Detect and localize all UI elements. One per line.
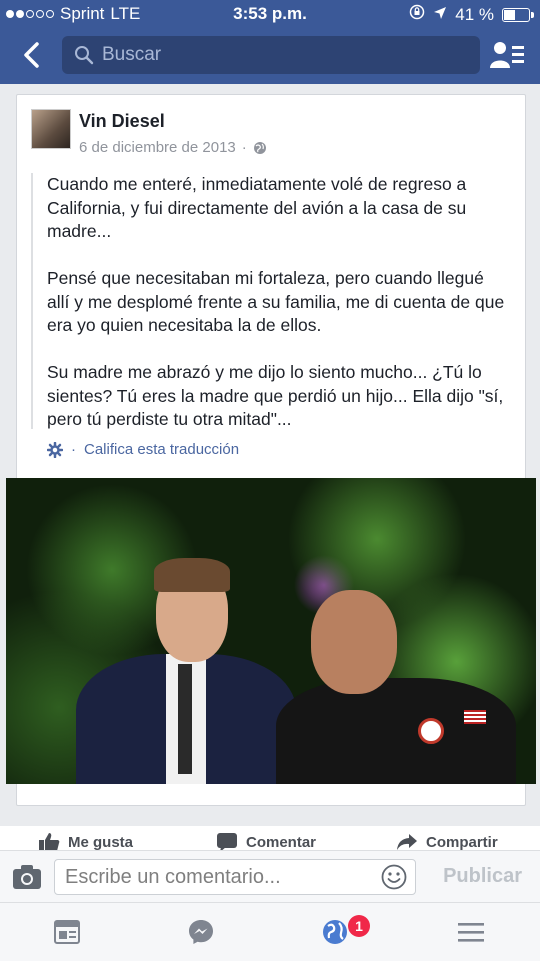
- comment-input[interactable]: Escribe un comentario...: [54, 859, 416, 895]
- avatar[interactable]: [31, 109, 71, 149]
- notification-badge: 1: [348, 915, 370, 937]
- tab-notifications[interactable]: [320, 917, 350, 947]
- comment-bar: Escribe un comentario... Publicar: [0, 850, 540, 903]
- status-bar: Sprint LTE 3:53 p.m. 41 %: [0, 0, 540, 28]
- share-icon: [397, 834, 417, 850]
- messenger-icon: [189, 920, 213, 944]
- comment-button[interactable]: Comentar: [216, 832, 316, 852]
- back-button[interactable]: [16, 38, 50, 72]
- globe-icon: [253, 141, 266, 154]
- post-text: Cuando me enteré, inmediatamente volé de…: [31, 173, 511, 429]
- battery-percent: 41 %: [455, 4, 494, 24]
- meta-separator: ·: [241, 139, 247, 156]
- post-actions: Me gusta Comentar Compartir: [0, 826, 540, 852]
- search-input[interactable]: Buscar: [62, 36, 480, 74]
- comment-placeholder: Escribe un comentario...: [65, 865, 281, 888]
- globe-icon: [323, 920, 347, 944]
- chevron-left-icon: [24, 42, 39, 68]
- post-date[interactable]: 6 de diciembre de 2013: [79, 139, 236, 156]
- post-paragraph: Su madre me abrazó y me dijo lo siento m…: [47, 362, 504, 429]
- status-right: 41 %: [409, 4, 534, 25]
- emoji-button[interactable]: [381, 864, 407, 890]
- share-label: Compartir: [426, 833, 498, 851]
- friend-requests-button[interactable]: [490, 40, 524, 70]
- battery-icon: [502, 7, 534, 22]
- post-paragraph: Cuando me enteré, inmediatamente volé de…: [47, 174, 467, 241]
- like-label: Me gusta: [68, 833, 134, 851]
- hamburger-menu-icon: [458, 923, 484, 942]
- bottom-tab-bar: 1: [0, 902, 540, 961]
- rate-translation[interactable]: · Califica esta traducción: [47, 441, 239, 458]
- person-left-hair: [154, 558, 230, 592]
- news-feed-icon: [54, 920, 80, 944]
- post-paragraph: Pensé que necesitaban mi fortaleza, pero…: [47, 268, 505, 335]
- publish-button[interactable]: Publicar: [443, 865, 522, 888]
- location-icon: [433, 5, 447, 25]
- post-author[interactable]: Vin Diesel: [79, 111, 165, 132]
- post-card: Vin Diesel 6 de diciembre de 2013 · Cuan…: [6, 94, 536, 806]
- gear-icon: [47, 441, 63, 458]
- search-placeholder: Buscar: [102, 44, 162, 65]
- person-left-tie: [178, 664, 192, 774]
- friend-requests-icon: [490, 42, 524, 68]
- post-photo[interactable]: [6, 478, 536, 784]
- camera-button[interactable]: [12, 863, 42, 891]
- comment-icon: [217, 833, 237, 852]
- tab-menu[interactable]: [456, 917, 486, 947]
- person-right-body: [276, 678, 516, 784]
- share-button[interactable]: Compartir: [396, 832, 498, 852]
- meta-separator: ·: [71, 441, 76, 458]
- lock-rotation-icon: [409, 4, 425, 25]
- tab-messenger[interactable]: [186, 917, 216, 947]
- tab-news-feed[interactable]: [52, 917, 82, 947]
- person-right-head: [311, 590, 397, 694]
- rate-translation-link[interactable]: Califica esta traducción: [84, 441, 239, 458]
- camera-icon: [13, 865, 41, 889]
- jacket-patch: [418, 718, 444, 744]
- smiley-icon: [381, 864, 407, 890]
- top-nav-bar: Buscar: [0, 28, 540, 84]
- comment-label: Comentar: [246, 833, 317, 851]
- like-button[interactable]: Me gusta: [38, 832, 133, 852]
- post-meta: 6 de diciembre de 2013 ·: [79, 139, 267, 156]
- search-icon: [75, 46, 94, 65]
- flag-patch: [464, 710, 486, 724]
- thumbs-up-icon: [39, 833, 60, 851]
